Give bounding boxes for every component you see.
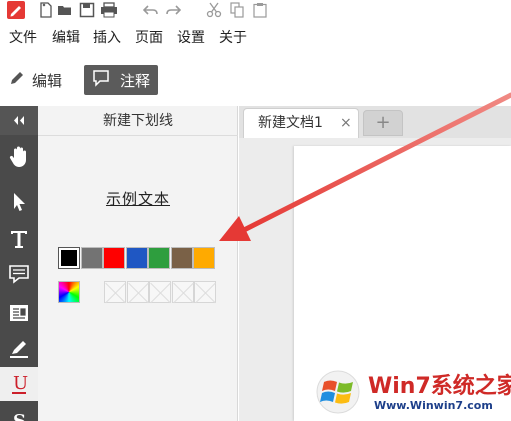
custom-color-slot[interactable] (126, 281, 149, 303)
text-icon (11, 231, 27, 248)
underline-tool[interactable]: U (0, 367, 38, 401)
note-icon (10, 305, 28, 321)
svg-text:U: U (13, 373, 28, 394)
menu-page[interactable]: 页面 (135, 26, 163, 50)
cut-icon[interactable] (206, 2, 222, 18)
sample-text-preview: 示例文本 (38, 188, 238, 209)
color-picker-icon[interactable] (58, 281, 80, 303)
undo-icon[interactable] (142, 2, 159, 18)
menu-settings[interactable]: 设置 (177, 26, 205, 50)
annotate-mode-label: 注释 (120, 71, 151, 90)
windows-logo-icon (316, 370, 360, 414)
watermark-title: Win7系统之家 (368, 374, 511, 399)
menu-insert[interactable]: 插入 (93, 26, 121, 50)
document-tab-title: 新建文档1 (258, 115, 323, 131)
note-tool[interactable] (0, 296, 38, 330)
pointer-tool[interactable] (0, 185, 38, 219)
menu-file[interactable]: 文件 (9, 26, 37, 50)
sample-text: 示例文本 (105, 190, 170, 208)
custom-color-slot[interactable] (104, 281, 126, 303)
strikethrough-tool[interactable]: S (0, 402, 38, 421)
hand-icon (9, 146, 26, 167)
custom-color-slot[interactable] (194, 281, 216, 303)
document-tab-bar: 新建文档1 × + (239, 106, 511, 138)
save-icon[interactable] (79, 2, 95, 18)
print-icon[interactable] (100, 2, 117, 18)
close-tab-icon[interactable]: × (340, 109, 352, 137)
comment-icon (9, 265, 29, 284)
text-tool[interactable] (0, 222, 38, 256)
paste-icon[interactable] (252, 2, 268, 18)
svg-text:S: S (13, 411, 26, 421)
new-file-icon[interactable] (38, 2, 54, 18)
color-swatch-red[interactable] (103, 247, 125, 269)
color-swatch-blue[interactable] (125, 247, 148, 269)
document-tab[interactable]: 新建文档1 × (243, 108, 359, 138)
quick-access-toolbar (0, 0, 511, 22)
pointer-icon (14, 193, 25, 211)
open-folder-icon[interactable] (57, 2, 73, 18)
custom-color-slot[interactable] (171, 281, 194, 303)
strikethrough-icon: S (13, 411, 26, 421)
custom-color-row (58, 281, 217, 303)
edit-mode-button[interactable]: 编辑 (8, 66, 62, 94)
color-swatch-orange[interactable] (193, 247, 215, 269)
collapse-icon (14, 116, 24, 125)
menu-edit[interactable]: 编辑 (52, 26, 80, 50)
copy-icon[interactable] (229, 2, 245, 18)
watermark-url: Www.Winwin7.com (374, 399, 493, 412)
color-swatch-black[interactable] (58, 247, 80, 269)
panel-title: 新建下划线 (38, 106, 238, 136)
mode-bar: 编辑 注释 (0, 58, 511, 102)
comment-tool[interactable] (0, 257, 38, 291)
color-swatch-green[interactable] (148, 247, 170, 269)
color-swatch-gray[interactable] (80, 247, 103, 269)
watermark: Win7系统之家 Www.Winwin7.com (316, 368, 511, 421)
edit-mode-label: 编辑 (32, 71, 63, 90)
app-window: 文件 编辑 插入 页面 设置 关于 编辑 注释 U 新建下划线 示例文本 新建文… (0, 0, 511, 421)
color-swatch-brown[interactable] (170, 247, 193, 269)
custom-color-slot[interactable] (149, 281, 171, 303)
pencil-icon (8, 69, 26, 91)
highlighter-tool[interactable] (0, 332, 38, 366)
speech-bubble-icon (92, 69, 110, 91)
app-logo[interactable] (7, 1, 25, 19)
underline-icon: U (12, 373, 28, 394)
annotation-tool-strip: U S (0, 106, 38, 421)
highlighter-icon (10, 341, 28, 358)
menu-about[interactable]: 关于 (219, 26, 247, 50)
new-tab-button[interactable]: + (363, 110, 403, 136)
collapse-panel-button[interactable] (0, 106, 38, 135)
hand-tool[interactable] (0, 140, 38, 174)
redo-icon[interactable] (165, 2, 182, 18)
color-swatch-row (58, 247, 216, 269)
underline-properties-panel: 新建下划线 示例文本 (38, 106, 238, 421)
annotate-mode-button[interactable]: 注释 (84, 65, 158, 95)
